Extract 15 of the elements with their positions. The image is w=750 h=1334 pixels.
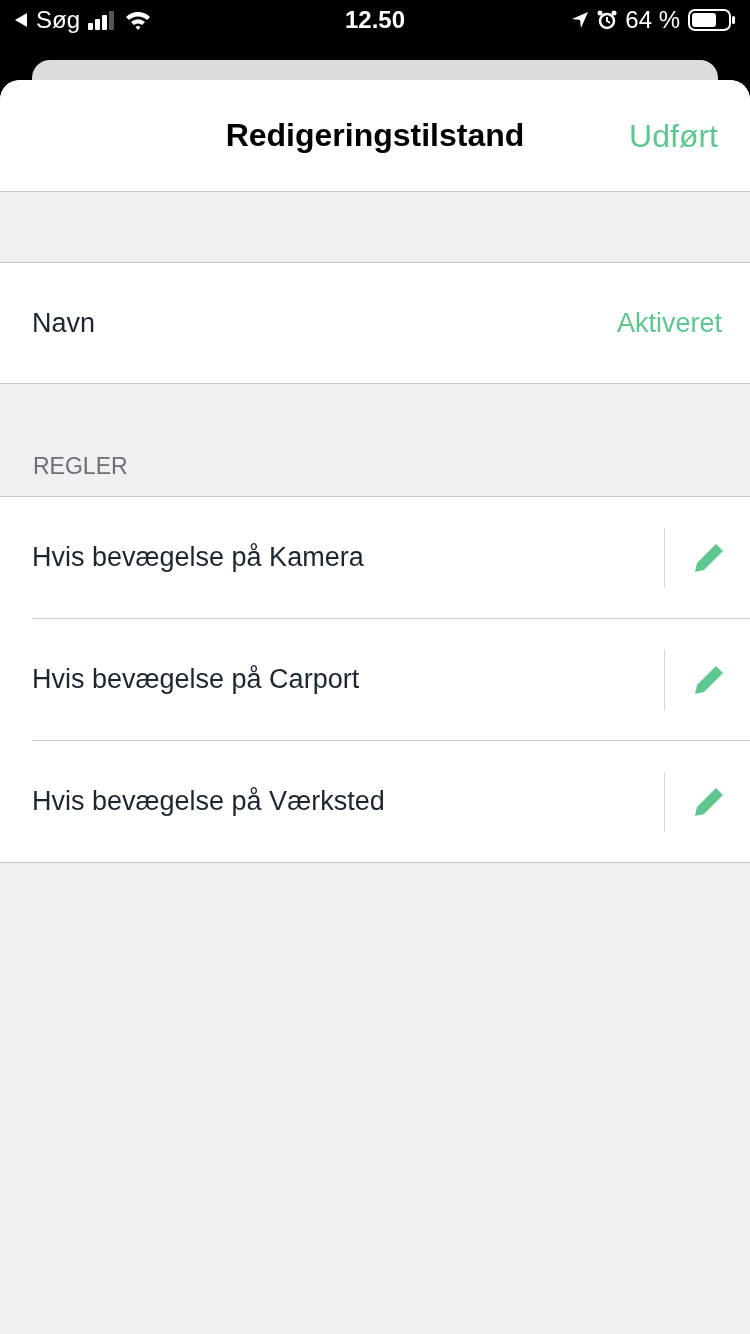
rule-label[interactable]: Hvis bevægelse på Carport [32, 664, 664, 695]
name-label: Navn [32, 307, 96, 339]
signal-icon [88, 10, 116, 30]
wifi-icon [124, 9, 152, 31]
back-triangle-icon[interactable] [14, 12, 28, 28]
sheet-title: Redigeringstilstand [225, 117, 525, 154]
section-header: REGLER [33, 453, 128, 480]
back-label[interactable]: Søg [36, 6, 80, 34]
battery-icon [688, 9, 736, 31]
clock-time: 12.50 [344, 6, 406, 34]
battery-percent: 64 % [625, 6, 680, 34]
rule-label[interactable]: Hvis bevægelse på Kamera [32, 542, 664, 573]
location-arrow-icon [571, 11, 590, 29]
rule-label[interactable]: Hvis bevægelse på Værksted [32, 786, 664, 817]
alarm-clock-icon [597, 10, 618, 30]
